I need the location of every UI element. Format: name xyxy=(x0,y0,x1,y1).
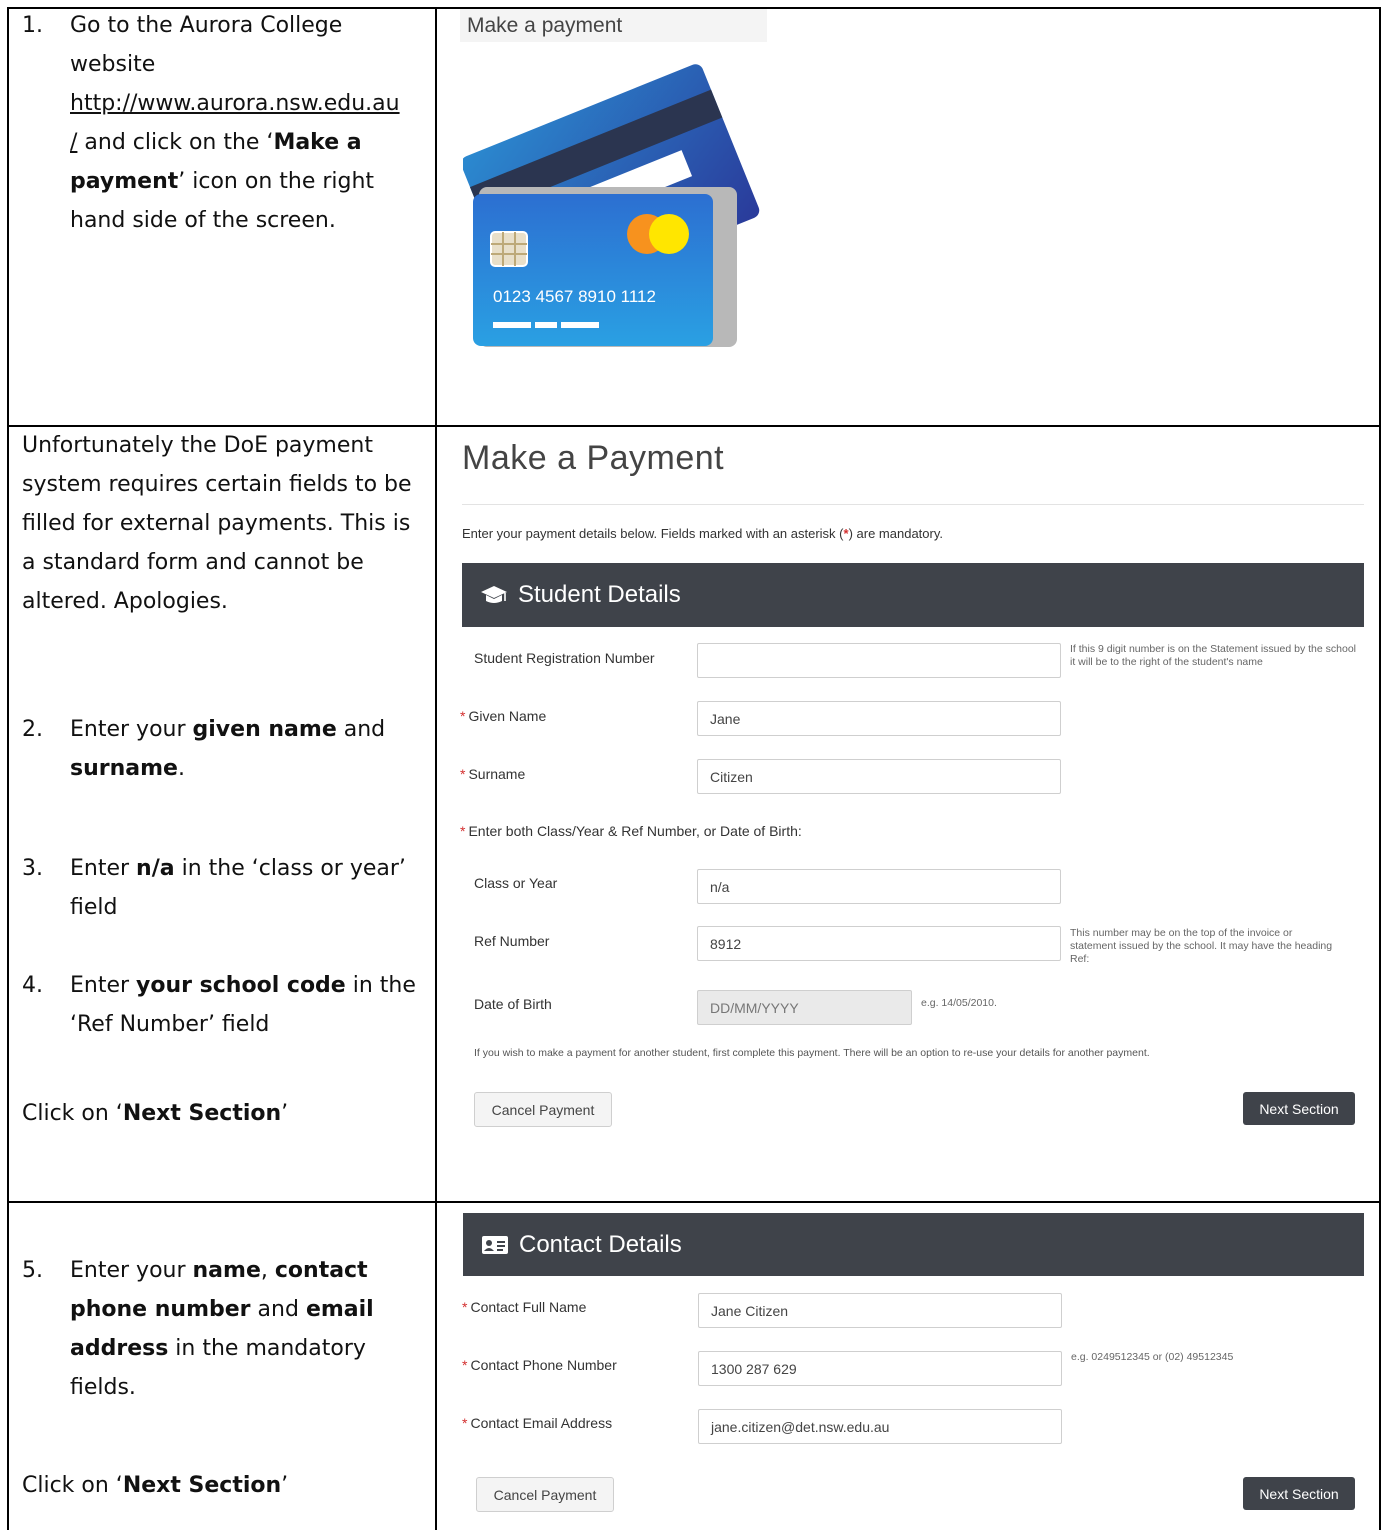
ref-number-input[interactable]: 8912 xyxy=(697,926,1061,961)
contact-details-header: Contact Details xyxy=(463,1213,1364,1276)
srn-hint: If this 9 digit number is on the Stateme… xyxy=(1070,643,1356,668)
srn-label: Student Registration Number xyxy=(474,650,655,666)
table-border-right xyxy=(1379,7,1381,1530)
graduation-cap-icon xyxy=(480,581,508,609)
srn-input[interactable] xyxy=(697,643,1061,678)
intro-line-2: system requires certain fields to be xyxy=(22,472,412,497)
step-click-next-2: Click on ‘Next Section’ xyxy=(22,1473,289,1498)
intro-line-5: altered. Apologies. xyxy=(22,589,228,614)
table-column-divider xyxy=(435,7,437,1530)
given-name-label: * Given Name xyxy=(460,708,547,724)
dob-label: Date of Birth xyxy=(474,996,552,1012)
step1-post-b: hand side of the screen. xyxy=(70,208,336,233)
step3-number: 3. xyxy=(22,856,43,881)
dob-input[interactable]: DD/MM/YYYY xyxy=(697,990,912,1025)
student-details-form: Make a Payment Enter your payment detail… xyxy=(438,427,1378,1200)
student-details-header: Student Details xyxy=(462,563,1364,627)
contact-email-label: * Contact Email Address xyxy=(462,1415,613,1431)
cancel-payment-button[interactable]: Cancel Payment xyxy=(476,1477,614,1512)
contact-details-form: Contact Details * Contact Full Name Jane … xyxy=(438,1203,1378,1530)
cancel-payment-button[interactable]: Cancel Payment xyxy=(474,1092,612,1127)
credit-card-icon[interactable]: 0123 4567 8910 1112 xyxy=(463,54,763,354)
required-icon: * xyxy=(462,1357,468,1373)
contact-name-label: * Contact Full Name xyxy=(462,1299,587,1315)
make-payment-icon-panel[interactable]: Make a payment 0123 4567 8910 1112 xyxy=(438,9,1378,423)
step1-mid: and click on the ‘ xyxy=(77,130,274,155)
aurora-website-link[interactable]: http://www.aurora.nsw.edu.au xyxy=(70,91,400,116)
dob-hint: e.g. 14/05/2010. xyxy=(921,997,997,1009)
intro-line-4: a standard form and cannot be xyxy=(22,550,364,575)
required-icon: * xyxy=(462,1415,468,1431)
intro-line-1: Unfortunately the DoE payment xyxy=(22,433,373,458)
page-title: Make a Payment xyxy=(462,439,725,477)
table-border-left xyxy=(7,7,9,1530)
make-payment-label[interactable]: Make a payment xyxy=(460,9,767,42)
contact-name-input[interactable]: Jane Citizen xyxy=(698,1293,1062,1328)
row3-instructions: 5. Enter your name, contact phone number… xyxy=(22,1203,432,1530)
surname-input[interactable]: Citizen xyxy=(697,759,1061,794)
step1-bold-a: Make a xyxy=(273,130,362,155)
title-divider xyxy=(462,504,1364,505)
ref-number-label: Ref Number xyxy=(474,933,550,949)
step1-text: Go to the Aurora College website http://… xyxy=(70,6,422,240)
step1-line: Go to the Aurora College website xyxy=(70,13,343,77)
step1-instruction: 1. Go to the Aurora College website http… xyxy=(22,6,422,406)
surname-label: * Surname xyxy=(460,766,526,782)
either-fields-label: * Enter both Class/Year & Ref Number, or … xyxy=(460,823,802,839)
required-icon: * xyxy=(460,823,466,839)
card-number: 0123 4567 8910 1112 xyxy=(493,287,656,306)
step1-number: 1. xyxy=(22,13,43,38)
step2-number: 2. xyxy=(22,717,43,742)
step-click-next-1: Click on ‘Next Section’ xyxy=(22,1101,289,1126)
class-year-input[interactable]: n/a xyxy=(697,869,1061,904)
contact-card-icon xyxy=(481,1231,509,1259)
step5-number: 5. xyxy=(22,1258,43,1283)
next-section-button[interactable]: Next Section xyxy=(1243,1092,1355,1125)
step4-text: Enter your school code in the ‘Ref Numbe… xyxy=(70,973,416,1037)
another-student-note: If you wish to make a payment for anothe… xyxy=(474,1047,1150,1059)
contact-details-title: Contact Details xyxy=(519,1230,682,1258)
row2-instructions: Unfortunately the DoE payment system req… xyxy=(22,426,432,1196)
required-icon: * xyxy=(462,1299,468,1315)
step3-text: Enter n/a in the ‘class or year’ field xyxy=(70,856,406,920)
required-icon: * xyxy=(460,766,466,782)
contact-phone-label: * Contact Phone Number xyxy=(462,1357,617,1373)
step1-bold-b: payment xyxy=(70,169,179,194)
intro-line-3: filled for external payments. This is xyxy=(22,511,411,536)
given-name-input[interactable]: Jane xyxy=(697,701,1061,736)
next-section-button[interactable]: Next Section xyxy=(1243,1477,1355,1510)
form-intro: Enter your payment details below. Fields… xyxy=(462,526,943,541)
class-year-label: Class or Year xyxy=(474,875,558,891)
step4-number: 4. xyxy=(22,973,43,998)
step1-post-a: ’ icon on the right xyxy=(178,169,375,194)
ref-number-hint: This number may be on the top of the inv… xyxy=(1070,927,1333,965)
contact-phone-hint: e.g. 0249512345 or (02) 49512345 xyxy=(1071,1351,1234,1363)
contact-phone-input[interactable]: 1300 287 629 xyxy=(698,1351,1062,1386)
step2-text: Enter your given name and surname. xyxy=(70,717,386,781)
required-icon: * xyxy=(460,708,466,724)
student-details-title: Student Details xyxy=(518,581,681,608)
row2-intro: Unfortunately the DoE payment system req… xyxy=(22,426,422,621)
contact-email-input[interactable]: jane.citizen@det.nsw.edu.au xyxy=(698,1409,1062,1444)
step5-text: Enter your name, contact phone number an… xyxy=(70,1258,374,1400)
